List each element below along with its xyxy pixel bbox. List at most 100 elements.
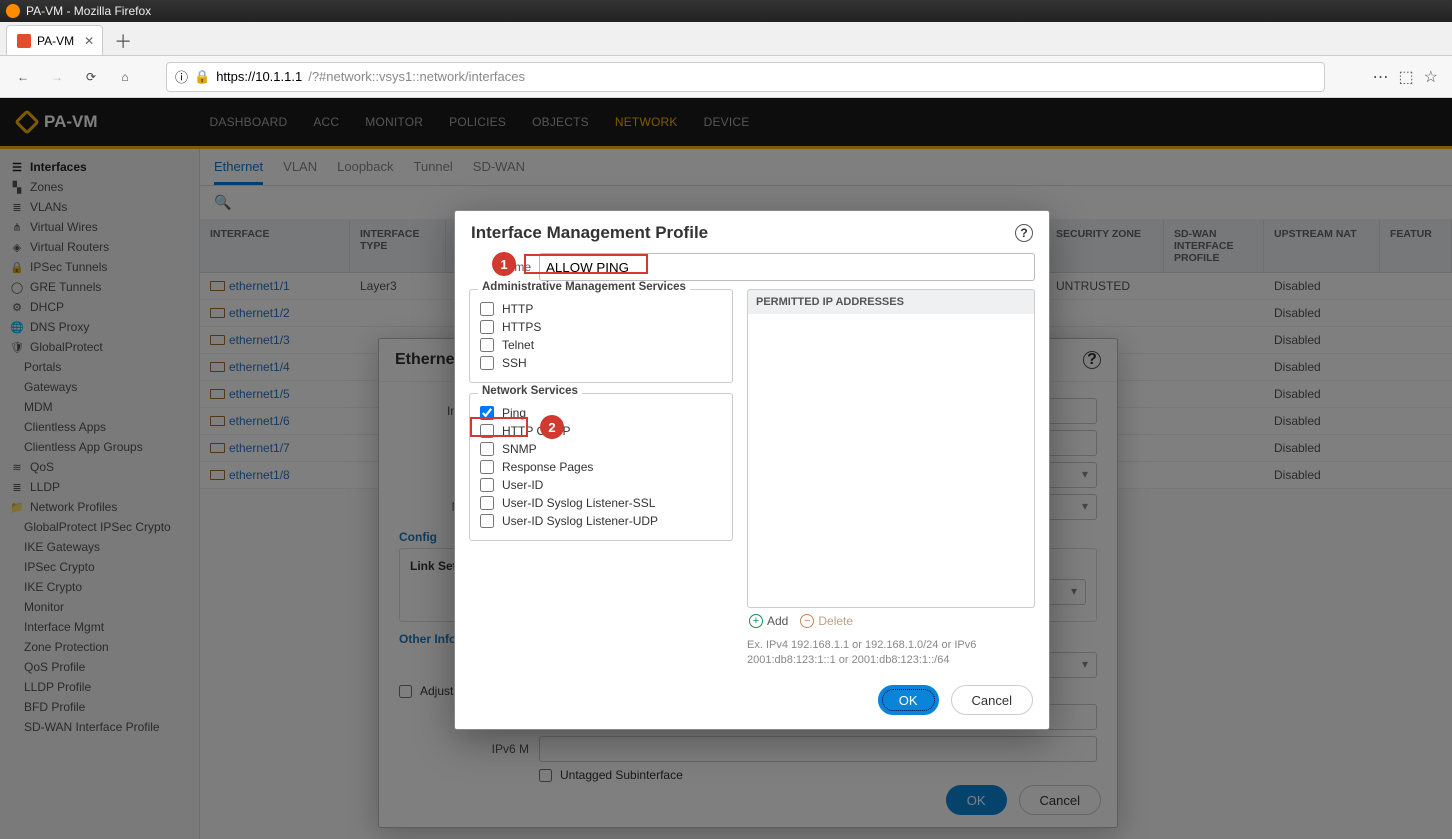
sidebar-item-gateways[interactable]: Gateways xyxy=(6,377,193,397)
sidebar-item-clientless[interactable]: Clientless Apps xyxy=(6,417,193,437)
col-seczone: SECURITY ZONE xyxy=(1046,220,1164,272)
vr-icon: ◈ xyxy=(10,240,24,254)
ping-checkbox[interactable]: Ping xyxy=(480,406,722,420)
port-icon xyxy=(210,443,225,453)
sidebar-item-virtual-routers[interactable]: ◈Virtual Routers xyxy=(6,237,193,257)
nav-dashboard[interactable]: DASHBOARD xyxy=(210,115,288,129)
col-type: INTERFACE TYPE xyxy=(350,220,446,272)
response-pages-checkbox[interactable]: Response Pages xyxy=(480,460,722,474)
sidebar-item-mdm[interactable]: MDM xyxy=(6,397,193,417)
port-icon xyxy=(210,470,225,480)
logo-icon xyxy=(14,109,39,134)
sidebar-group-netprofiles[interactable]: 📁Network Profiles xyxy=(6,497,193,517)
sidebar-item-lldp[interactable]: ≣LLDP xyxy=(6,477,193,497)
brand-text: PA-VM xyxy=(44,112,98,132)
sidebar-item-ipsec[interactable]: 🔒IPSec Tunnels xyxy=(6,257,193,277)
user-id-udp-checkbox[interactable]: User-ID Syslog Listener-UDP xyxy=(480,514,722,528)
snmp-checkbox[interactable]: SNMP xyxy=(480,442,722,456)
back-cancel-button[interactable]: Cancel xyxy=(1019,785,1101,815)
ssh-checkbox[interactable]: SSH xyxy=(480,356,722,370)
tab-strip: PA-VM ✕ ＋ xyxy=(0,22,1452,56)
sidebar-item-zones[interactable]: ▚Zones xyxy=(6,177,193,197)
url-bar[interactable]: ⓘ 🔒 https://10.1.1.1/?#network::vsys1::n… xyxy=(166,62,1325,92)
help-icon[interactable]: ? xyxy=(1015,224,1033,242)
http-ocsp-checkbox[interactable]: HTTP OCSP xyxy=(480,424,722,438)
sidebar-item-gp-ipsec[interactable]: GlobalProtect IPSec Crypto xyxy=(6,517,193,537)
sidebar-item-gre[interactable]: ◯GRE Tunnels xyxy=(6,277,193,297)
annotation-badge-2: 2 xyxy=(540,415,564,439)
http-checkbox[interactable]: HTTP xyxy=(480,302,722,316)
gre-icon: ◯ xyxy=(10,280,24,294)
sidebar-item-qos-profile[interactable]: QoS Profile xyxy=(6,657,193,677)
sidebar-item-ike-crypto[interactable]: IKE Crypto xyxy=(6,577,193,597)
forward-button: → xyxy=(44,64,70,90)
nav-policies[interactable]: POLICIES xyxy=(449,115,506,129)
sidebar-item-sdwan-profile[interactable]: SD-WAN Interface Profile xyxy=(6,717,193,737)
sidebar-item-ike-gw[interactable]: IKE Gateways xyxy=(6,537,193,557)
permitted-ip-list[interactable] xyxy=(747,314,1035,608)
firefox-icon xyxy=(6,4,20,18)
sidebar-item-dhcp[interactable]: ⚙DHCP xyxy=(6,297,193,317)
back-ok-button[interactable]: OK xyxy=(946,785,1007,815)
tab-close-icon[interactable]: ✕ xyxy=(84,34,94,48)
sidebar-item-ipsec-crypto[interactable]: IPSec Crypto xyxy=(6,557,193,577)
sidebar-item-monitor[interactable]: Monitor xyxy=(6,597,193,617)
ok-button[interactable]: OK xyxy=(878,685,939,715)
vlans-icon: ≣ xyxy=(10,200,24,214)
admin-services-group: Administrative Management Services HTTP … xyxy=(469,289,733,383)
back-button[interactable]: ← xyxy=(10,64,36,90)
nav-network[interactable]: NETWORK xyxy=(615,115,678,129)
port-icon xyxy=(210,362,225,372)
add-button[interactable]: +Add xyxy=(749,614,788,628)
minus-icon: − xyxy=(800,614,814,628)
new-tab-button[interactable]: ＋ xyxy=(109,27,137,55)
user-id-checkbox[interactable]: User-ID xyxy=(480,478,722,492)
untagged-checkbox[interactable] xyxy=(539,769,552,782)
sidebar-item-zone-protection[interactable]: Zone Protection xyxy=(6,637,193,657)
lock-icon[interactable]: 🔒 xyxy=(194,69,210,85)
nav-acc[interactable]: ACC xyxy=(313,115,339,129)
subtab-vlan[interactable]: VLAN xyxy=(283,159,317,185)
col-interface: INTERFACE xyxy=(200,220,350,272)
user-id-ssl-checkbox[interactable]: User-ID Syslog Listener-SSL xyxy=(480,496,722,510)
pocket-icon[interactable]: ⬚ xyxy=(1399,67,1414,87)
sidebar-item-bfd-profile[interactable]: BFD Profile xyxy=(6,697,193,717)
sidebar-item-interfaces[interactable]: ☰Interfaces xyxy=(6,157,193,177)
sidebar-item-lldp-profile[interactable]: LLDP Profile xyxy=(6,677,193,697)
vw-icon: ⋔ xyxy=(10,220,24,234)
port-icon xyxy=(210,416,225,426)
search-icon: 🔍 xyxy=(214,194,231,210)
help-icon[interactable]: ? xyxy=(1083,351,1101,369)
sidebar: ☰Interfaces ▚Zones ≣VLANs ⋔Virtual Wires… xyxy=(0,149,200,839)
https-checkbox[interactable]: HTTPS xyxy=(480,320,722,334)
cancel-button[interactable]: Cancel xyxy=(951,685,1033,715)
sidebar-item-dns[interactable]: 🌐DNS Proxy xyxy=(6,317,193,337)
sidebar-item-clientless-groups[interactable]: Clientless App Groups xyxy=(6,437,193,457)
subtab-loopback[interactable]: Loopback xyxy=(337,159,393,185)
delete-button[interactable]: −Delete xyxy=(800,614,853,628)
sidebar-item-qos[interactable]: ≋QoS xyxy=(6,457,193,477)
v6m-field[interactable] xyxy=(539,736,1097,762)
col-sdwan: SD-WAN INTERFACE PROFILE xyxy=(1164,220,1264,272)
sidebar-item-if-mgmt[interactable]: Interface Mgmt xyxy=(6,617,193,637)
more-icon[interactable]: ⋯ xyxy=(1373,67,1389,87)
home-button[interactable]: ⌂ xyxy=(112,64,138,90)
adjust-checkbox[interactable] xyxy=(399,685,412,698)
sidebar-item-virtual-wires[interactable]: ⋔Virtual Wires xyxy=(6,217,193,237)
browser-tab[interactable]: PA-VM ✕ xyxy=(6,25,103,55)
reload-button[interactable]: ⟳ xyxy=(78,64,104,90)
nav-device[interactable]: DEVICE xyxy=(704,115,750,129)
subtab-sdwan[interactable]: SD-WAN xyxy=(473,159,525,185)
info-icon[interactable]: ⓘ xyxy=(175,67,188,86)
sidebar-item-vlans[interactable]: ≣VLANs xyxy=(6,197,193,217)
port-icon xyxy=(210,335,225,345)
subtab-tunnel[interactable]: Tunnel xyxy=(414,159,453,185)
nav-monitor[interactable]: MONITOR xyxy=(365,115,423,129)
subtab-ethernet[interactable]: Ethernet xyxy=(214,159,263,185)
nav-objects[interactable]: OBJECTS xyxy=(532,115,589,129)
sidebar-item-portals[interactable]: Portals xyxy=(6,357,193,377)
star-icon[interactable]: ☆ xyxy=(1424,67,1438,87)
telnet-checkbox[interactable]: Telnet xyxy=(480,338,722,352)
name-input[interactable] xyxy=(539,253,1035,281)
sidebar-group-globalprotect[interactable]: 🛡GlobalProtect xyxy=(6,337,193,357)
